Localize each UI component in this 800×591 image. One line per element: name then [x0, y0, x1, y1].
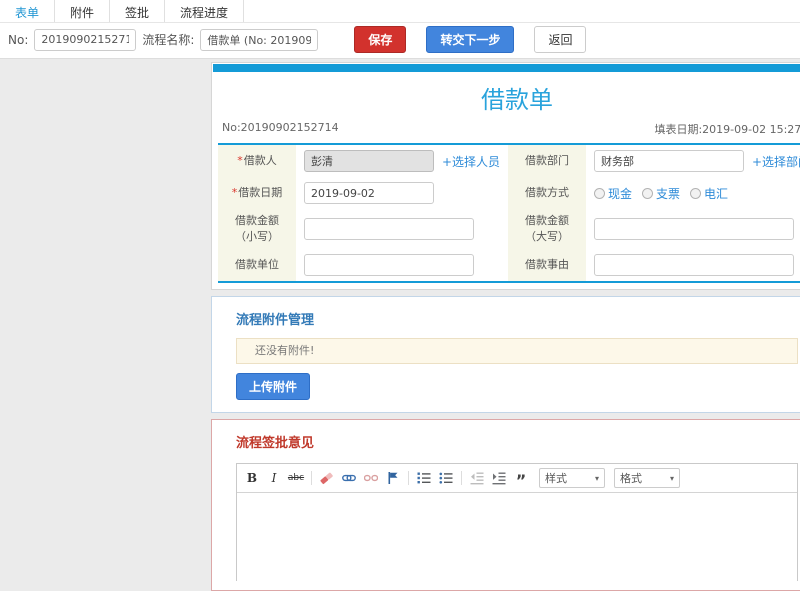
loan-form-panel: 借款单 No:20190902152714 填表日期:2019-09-02 15…	[211, 62, 800, 290]
borrow-reason-label: 借款事由	[508, 249, 586, 281]
amount-uppercase-input[interactable]	[594, 218, 794, 240]
borrow-date-input[interactable]	[304, 182, 434, 204]
blockquote-icon[interactable]: ”	[512, 469, 530, 489]
radio-wire[interactable]: 电汇	[690, 185, 728, 202]
remove-format-icon[interactable]	[318, 469, 336, 487]
format-select-label: 格式	[620, 472, 642, 485]
required-marker: *	[237, 154, 243, 167]
outdent-icon[interactable]	[468, 469, 486, 487]
form-meta-row: No:20190902152714 填表日期:2019-09-02 15:27:…	[212, 119, 800, 141]
indent-icon[interactable]	[490, 469, 508, 487]
form-date-text: 填表日期:2019-09-02 15:27:1	[654, 123, 800, 136]
panel-accent-bar	[213, 64, 800, 72]
rich-text-editor: B I abc ” 样式 ▾ 格式 ▾	[236, 463, 798, 583]
numbered-list-icon[interactable]	[415, 469, 433, 487]
borrow-date-label: *借款日期	[218, 177, 296, 209]
editor-content[interactable]	[237, 493, 797, 583]
format-select[interactable]: 格式 ▾	[614, 468, 680, 488]
styles-select[interactable]: 样式 ▾	[539, 468, 605, 488]
department-label: 借款部门	[508, 145, 586, 177]
amount-lowercase-label: 借款金额（小写）	[218, 209, 296, 249]
no-label: No:	[8, 32, 29, 47]
page-title: 借款单	[481, 86, 553, 114]
strikethrough-icon[interactable]: abc	[287, 469, 305, 487]
approval-heading: 流程签批意见	[236, 436, 315, 451]
top-header: 表单 附件 签批 流程进度 No: 流程名称: 保存 转交下一步 返回	[0, 0, 800, 59]
approval-panel: 流程签批意见 B I abc ” 样式 ▾ 格式 ▾	[211, 419, 800, 591]
next-step-button[interactable]: 转交下一步	[426, 26, 515, 53]
process-name-label: 流程名称:	[142, 33, 195, 47]
department-field: +选择部门	[586, 145, 800, 177]
borrower-field: +选择人员	[296, 145, 508, 177]
radio-cash-label: 现金	[608, 186, 633, 201]
process-name-input[interactable]	[200, 28, 319, 51]
tab-bar: 表单 附件 签批 流程进度	[0, 0, 800, 23]
toolbar-separator	[461, 471, 462, 485]
select-person-link[interactable]: +选择人员	[442, 153, 500, 170]
borrower-input[interactable]	[304, 150, 434, 172]
borrow-reason-input[interactable]	[594, 254, 794, 276]
save-button[interactable]: 保存	[354, 26, 407, 53]
borrow-method-label: 借款方式	[508, 177, 586, 209]
chevron-down-icon: ▾	[594, 473, 599, 483]
italic-icon[interactable]: I	[265, 469, 283, 487]
radio-wire-label: 电汇	[704, 186, 729, 201]
tab-approval[interactable]: 签批	[110, 0, 166, 22]
tab-form[interactable]: 表单	[0, 0, 56, 22]
anchor-flag-icon[interactable]	[384, 469, 402, 487]
toolbar-separator	[408, 471, 409, 485]
attachment-panel: 流程附件管理 还没有附件! 上传附件	[211, 296, 800, 413]
tab-attachment[interactable]: 附件	[55, 0, 111, 22]
upload-attachment-button[interactable]: 上传附件	[236, 373, 311, 400]
styles-select-label: 样式	[545, 472, 567, 485]
amount-uppercase-field	[586, 209, 800, 249]
form-no-text: No:20190902152714	[222, 121, 339, 134]
amount-lowercase-input[interactable]	[304, 218, 474, 240]
chevron-down-icon: ▾	[669, 473, 674, 483]
bulleted-list-icon[interactable]	[437, 469, 455, 487]
radio-check[interactable]: 支票	[642, 185, 680, 202]
attachment-heading: 流程附件管理	[236, 313, 315, 328]
toolbar-row: No: 流程名称: 保存 转交下一步 返回	[0, 23, 800, 58]
radio-cash[interactable]: 现金	[594, 185, 632, 202]
editor-toolbar: B I abc ” 样式 ▾ 格式 ▾	[237, 464, 797, 493]
radio-circle-icon[interactable]	[594, 187, 605, 199]
borrow-method-field: 现金 支票 电汇	[586, 177, 800, 209]
bold-icon[interactable]: B	[243, 469, 261, 487]
content-area: 借款单 No:20190902152714 填表日期:2019-09-02 15…	[211, 62, 800, 591]
amount-uppercase-label: 借款金额（大写）	[508, 209, 586, 249]
radio-check-label: 支票	[656, 186, 681, 201]
borrow-date-field	[296, 177, 508, 209]
back-button[interactable]: 返回	[534, 26, 587, 53]
borrow-reason-field	[586, 249, 800, 281]
radio-circle-icon[interactable]	[690, 187, 702, 199]
department-input[interactable]	[594, 150, 744, 172]
link-icon[interactable]	[340, 469, 358, 487]
select-department-link[interactable]: +选择部门	[752, 153, 800, 170]
required-marker: *	[231, 186, 238, 199]
unlink-icon[interactable]	[362, 469, 380, 487]
no-attachment-alert: 还没有附件!	[236, 338, 798, 364]
no-input[interactable]	[34, 28, 137, 51]
amount-lowercase-field	[296, 209, 508, 249]
toolbar-separator	[311, 471, 312, 485]
borrow-unit-input[interactable]	[304, 254, 474, 276]
tab-process-progress[interactable]: 流程进度	[165, 0, 245, 22]
radio-circle-icon[interactable]	[642, 187, 654, 199]
borrow-unit-field	[296, 249, 508, 281]
loan-form-table: *借款人 +选择人员 借款部门 +选择部门 *借款日期 借款方式	[218, 143, 800, 283]
borrower-label: *借款人	[218, 145, 296, 177]
borrow-unit-label: 借款单位	[218, 249, 296, 281]
